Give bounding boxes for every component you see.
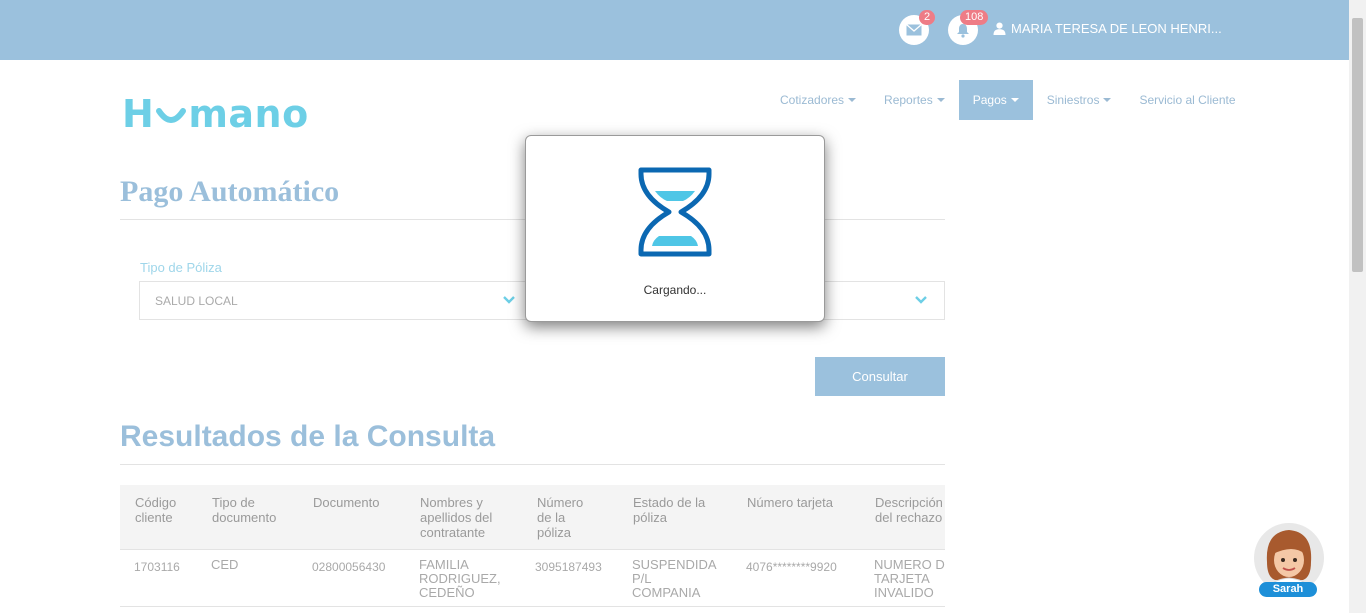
nav-cotizadores[interactable]: Cotizadores <box>766 80 870 120</box>
td-descripcion-rechazo: NUMERO DE TARJETA INVALIDO <box>874 557 945 600</box>
mail-button[interactable]: 2 <box>899 10 936 45</box>
nav-reportes-label: Reportes <box>884 93 933 107</box>
nav-pagos[interactable]: Pagos <box>958 80 1033 120</box>
policy-type-label: Tipo de Póliza <box>140 260 222 275</box>
envelope-icon <box>906 24 922 36</box>
th-numero-tarjeta[interactable]: Número tarjeta <box>747 495 857 510</box>
policy-type-value: SALUD LOCAL <box>155 293 238 308</box>
nav-servicio-cliente-label: Servicio al Cliente <box>1139 93 1236 107</box>
nav-siniestros[interactable]: Siniestros <box>1033 80 1126 120</box>
hourglass-icon <box>638 167 712 257</box>
nav-cotizadores-label: Cotizadores <box>780 93 845 107</box>
nav-servicio-cliente[interactable]: Servicio al Cliente <box>1125 80 1249 120</box>
scrollbar-thumb[interactable] <box>1352 18 1363 272</box>
th-nombres-apellidos[interactable]: Nombres y apellidos del contratante <box>420 495 510 540</box>
user-name: MARIA TERESA DE LEON HENRI... <box>1011 21 1222 36</box>
th-documento[interactable]: Documento <box>313 495 403 510</box>
humano-logo[interactable]: H mano <box>122 92 309 136</box>
policy-type-select[interactable]: SALUD LOCAL <box>139 281 529 320</box>
table-header: Código cliente Tipo de documento Documen… <box>120 485 945 550</box>
consult-button[interactable]: Consultar <box>815 357 945 396</box>
td-tipo-documento: CED <box>211 557 239 572</box>
td-documento: 02800056430 <box>312 560 386 574</box>
td-codigo-cliente: 1703116 <box>134 560 180 574</box>
chevron-down-icon <box>503 296 515 304</box>
user-icon <box>993 22 1006 35</box>
results-title: Resultados de la Consulta <box>120 420 496 453</box>
nav-siniestros-label: Siniestros <box>1046 93 1100 107</box>
notifications-button[interactable]: 108 <box>948 10 989 45</box>
logo-letter-h: H <box>122 92 155 136</box>
td-estado-poliza: SUSPENDIDA P/L COMPANIA <box>632 557 716 600</box>
td-numero-poliza: 3095187493 <box>535 560 602 574</box>
th-codigo-cliente[interactable]: Código cliente <box>135 495 195 525</box>
th-tipo-documento[interactable]: Tipo de documento <box>212 495 292 525</box>
page-scrollbar[interactable] <box>1349 0 1366 613</box>
results-table: Código cliente Tipo de documento Documen… <box>120 485 945 613</box>
page-title: Pago Automático <box>120 175 340 208</box>
results-divider <box>120 464 945 465</box>
td-numero-tarjeta: 4076********9920 <box>746 560 837 574</box>
th-descripcion-rechazo[interactable]: Descripción del rechazo <box>875 495 945 525</box>
chevron-down-icon <box>915 296 927 304</box>
main-nav: Cotizadores Reportes Pagos Siniestros Se… <box>766 80 1250 120</box>
caret-down-icon <box>936 98 945 102</box>
caret-down-icon <box>848 98 857 102</box>
mail-count-badge: 2 <box>919 10 936 25</box>
user-menu[interactable]: MARIA TERESA DE LEON HENRI... <box>993 21 1222 36</box>
table-row[interactable]: 1703116 CED 02800056430 FAMILIA RODRIGUE… <box>120 551 945 607</box>
assistant-name: Sarah <box>1259 582 1317 597</box>
caret-down-icon <box>1010 98 1019 102</box>
logo-letters-mano: mano <box>188 92 309 136</box>
sarah-assistant[interactable]: Sarah <box>1253 522 1325 597</box>
nav-pagos-label: Pagos <box>972 93 1007 107</box>
th-estado-poliza[interactable]: Estado de la póliza <box>633 495 718 525</box>
secondary-select[interactable] <box>820 281 945 320</box>
td-nombres-apellidos: FAMILIA RODRIGUEZ, CEDEÑO <box>419 557 501 600</box>
th-numero-poliza[interactable]: Número de la póliza <box>537 495 599 540</box>
caret-down-icon <box>1103 98 1112 102</box>
loading-modal: Cargando... <box>525 135 825 322</box>
notification-count-badge: 108 <box>960 10 989 25</box>
top-bar: 2 108 MARIA TERESA DE LEON HENRI... <box>0 0 1349 60</box>
loading-text: Cargando... <box>643 283 707 297</box>
smile-icon <box>156 108 187 123</box>
nav-reportes[interactable]: Reportes <box>870 80 959 120</box>
